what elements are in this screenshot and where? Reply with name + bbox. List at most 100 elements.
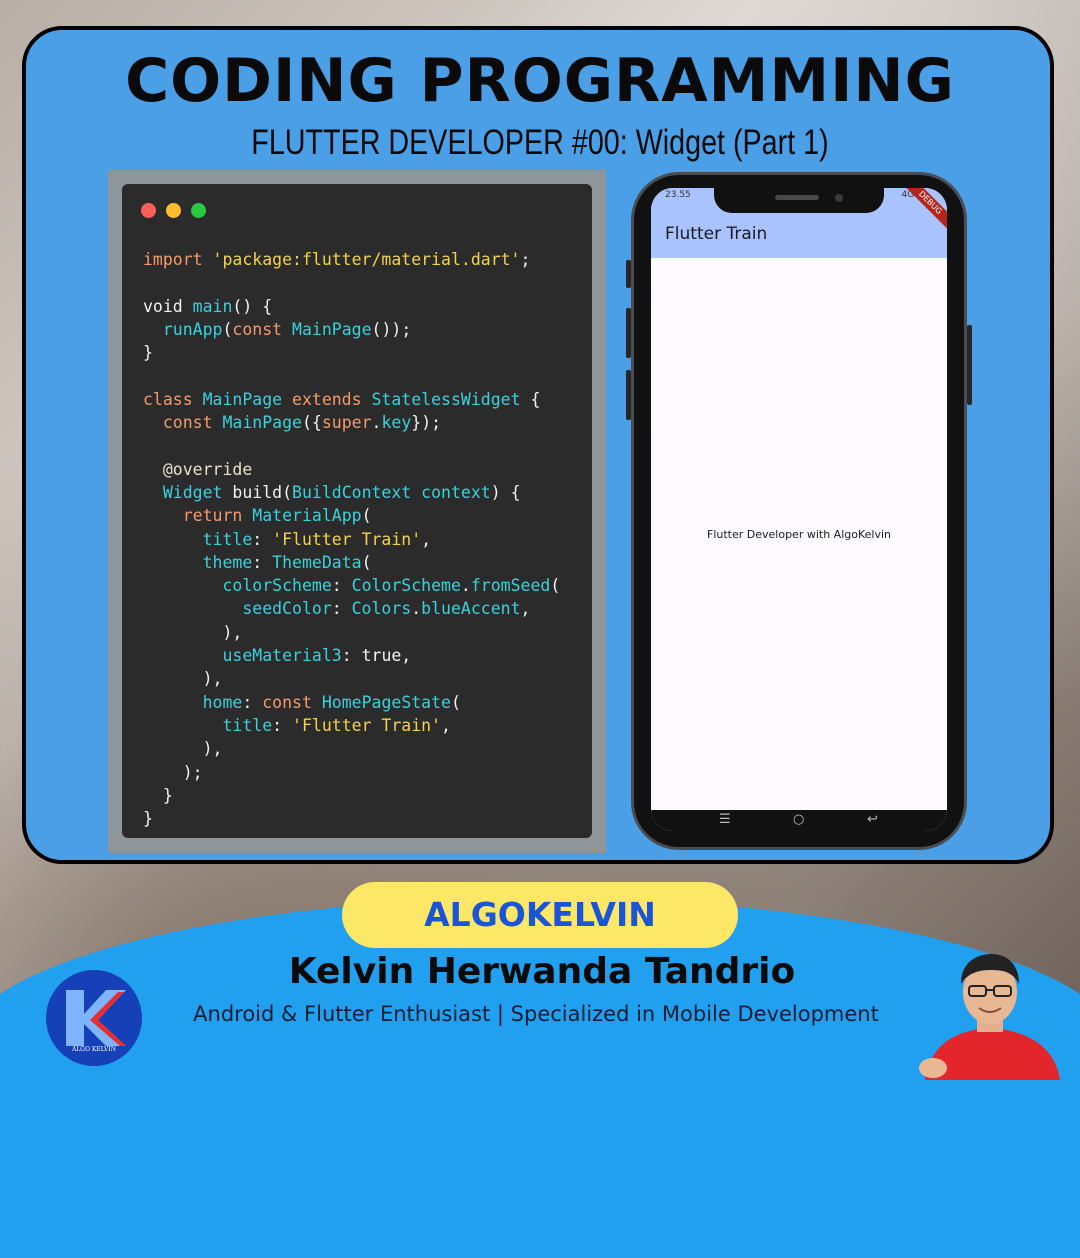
phone-speaker (775, 195, 819, 200)
code-line: } (143, 341, 560, 364)
code-token: : true, (341, 646, 412, 666)
code-token: ; (520, 250, 531, 269)
code-line: runApp(const MainPage()); (143, 318, 560, 341)
code-token: ), (143, 622, 243, 642)
code-token: () { (232, 296, 273, 316)
code-line: title: 'Flutter Train', (143, 714, 560, 737)
code-line: seedColor: Colors.blueAccent, (143, 597, 560, 620)
code-token: 'Flutter Train' (292, 715, 442, 735)
code-token: title (202, 529, 253, 549)
code-token: ({ (301, 413, 322, 433)
code-token: ( (361, 506, 372, 526)
code-token: StatelessWidget (371, 389, 521, 409)
page-subtitle: FLUTTER DEVELOPER #00: Widget (Part 1) (251, 123, 829, 162)
author-tagline: Android & Flutter Enthusiast | Specializ… (193, 1002, 879, 1026)
back-icon[interactable]: ↩ (867, 812, 878, 827)
brand-logo: ALGO KELVIN (46, 970, 142, 1066)
menu-icon[interactable]: ☰ (719, 812, 731, 827)
code-token: ( (222, 319, 233, 339)
code-line: colorScheme: ColorScheme.fromSeed( (143, 574, 560, 597)
code-token: ColorScheme (351, 576, 461, 596)
code-line: void main() { (143, 295, 560, 318)
code-token: }); (411, 413, 442, 433)
code-token: seedColor (242, 599, 332, 619)
code-token: ( (550, 576, 561, 596)
body-text: Flutter Developer with AlgoKelvin (707, 528, 891, 541)
code-token: ThemeData (272, 552, 362, 572)
code-line: ), (143, 621, 560, 644)
code-line: useMaterial3: true, (143, 644, 560, 667)
status-time: 23.55 (665, 190, 691, 200)
code-line: return MaterialApp( (143, 504, 560, 527)
code-token: , (441, 715, 451, 735)
code-token: : (252, 529, 273, 549)
phone-screen: 23.55 4G ▮▮ Flutter Train DEBUG Flutter … (651, 188, 947, 831)
code-token: fromSeed (470, 576, 551, 596)
code-line: } (143, 784, 560, 807)
code-token: : (331, 599, 352, 619)
code-token: ), (143, 669, 223, 689)
code-token: ( (282, 482, 293, 502)
code-token: ( (450, 692, 461, 712)
code-token: 'Flutter Train' (272, 529, 422, 549)
code-line: ), (143, 667, 560, 690)
code-token: : (252, 552, 273, 572)
code-token: void (143, 296, 193, 316)
code-token: key (381, 413, 412, 433)
code-token: } (143, 785, 173, 805)
code-token: const (232, 319, 293, 339)
code-token: theme (202, 552, 253, 572)
code-line: title: 'Flutter Train', (143, 528, 560, 551)
code-token: MainPage (202, 389, 293, 409)
code-token: ), (143, 739, 223, 759)
code-line: ), (143, 737, 560, 760)
code-token: ) { (490, 482, 521, 502)
code-token: context (421, 482, 491, 502)
window-close-dot (141, 203, 156, 218)
code-token: colorScheme (222, 576, 332, 596)
code-token: , (520, 599, 531, 619)
app-bar: Flutter Train (651, 212, 947, 258)
code-line: @override (143, 458, 560, 481)
phone-camera-icon (835, 194, 843, 202)
code-token: . (460, 576, 471, 596)
code-token: runApp (162, 319, 223, 339)
code-token: const (162, 413, 223, 433)
brand-badge: ALGOKELVIN (342, 882, 738, 948)
logo-caption: ALGO KELVIN (71, 1046, 117, 1053)
code-token: extends (292, 389, 372, 409)
code-token: build (232, 482, 283, 502)
code-token: @override (143, 459, 253, 479)
code-token: home (202, 692, 243, 712)
code-token: . (411, 599, 422, 619)
code-token: Widget (162, 482, 233, 502)
code-token: super (321, 413, 372, 433)
code-token: useMaterial3 (222, 646, 342, 666)
code-line: const MainPage({super.key}); (143, 411, 560, 434)
code-line: theme: ThemeData( (143, 551, 560, 574)
nav-bar: ☰ ○ ↩ (651, 810, 947, 831)
home-icon[interactable]: ○ (793, 812, 804, 827)
code-line: } (143, 807, 560, 830)
code-line: ); (143, 761, 560, 784)
code-block: import 'package:flutter/material.dart'; … (143, 248, 560, 830)
code-token: title (222, 715, 273, 735)
code-token: ()); (371, 319, 412, 339)
code-token: import (143, 250, 213, 269)
code-token: . (371, 413, 382, 433)
code-token: : (272, 715, 293, 735)
app-bar-title: Flutter Train (665, 224, 768, 244)
phone-side-button (626, 370, 631, 420)
code-token: } (143, 809, 153, 829)
code-token: : (331, 576, 352, 596)
